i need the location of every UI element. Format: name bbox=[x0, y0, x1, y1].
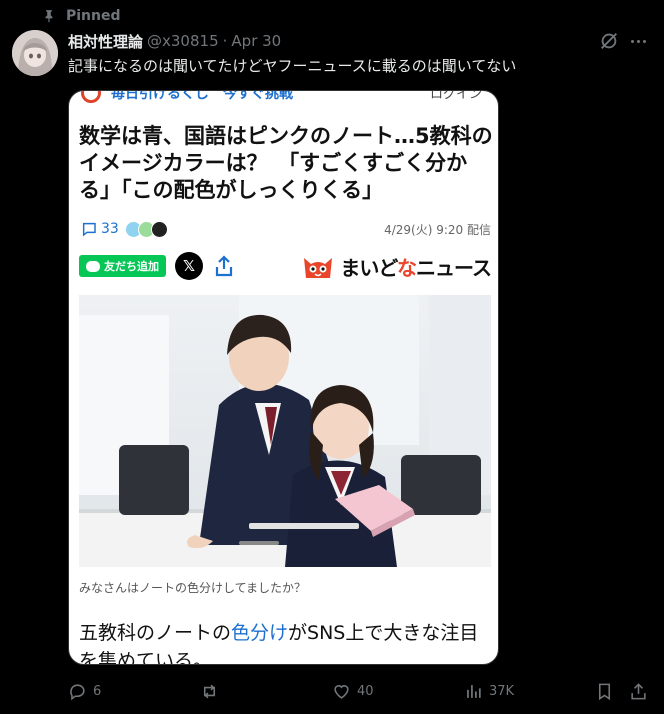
cat-logo-icon bbox=[304, 258, 333, 278]
pinned-label: Pinned bbox=[66, 8, 121, 24]
pin-icon bbox=[45, 10, 53, 23]
article-share-row: 友だち追加 𝕏 まいどなニュース bbox=[79, 251, 492, 281]
logo-text: まいどなニュース bbox=[340, 252, 492, 281]
tweet-media[interactable]: 毎日引けるくじ 今すぐ挑戦 ログイン 数学は青、国語はピンクのノート…5教科のイ… bbox=[68, 90, 499, 665]
comment-icon bbox=[82, 222, 96, 237]
like-count: 40 bbox=[357, 683, 374, 699]
reply-icon bbox=[70, 683, 85, 700]
views-button[interactable]: 37K bbox=[464, 678, 514, 704]
avatar[interactable] bbox=[12, 30, 58, 76]
views-icon bbox=[467, 684, 481, 698]
bookmark-icon bbox=[598, 683, 611, 700]
line-icon bbox=[86, 260, 100, 272]
retweet-icon bbox=[203, 684, 216, 698]
reply-count: 6 bbox=[93, 683, 102, 699]
article-lede: 五教科のノートの色分けがSNS上で大きな注目を集めている。 bbox=[79, 619, 493, 664]
retweet-button[interactable] bbox=[200, 678, 219, 704]
tweet-header: 相対性理論 @x30815 · Apr 30 bbox=[68, 30, 281, 52]
like-button[interactable]: 40 bbox=[332, 678, 374, 704]
line-add-button: 友だち追加 bbox=[79, 255, 166, 277]
comment-count: 33 bbox=[101, 221, 119, 237]
separator-dot: · bbox=[222, 32, 228, 50]
more-icon[interactable] bbox=[626, 31, 650, 51]
lede-highlight-link: 色分け bbox=[231, 622, 289, 644]
reaction-faces bbox=[124, 220, 168, 238]
bookmark-button[interactable] bbox=[595, 678, 614, 704]
grok-icon[interactable] bbox=[598, 30, 620, 52]
target-icon bbox=[81, 91, 101, 103]
author-name[interactable]: 相対性理論 bbox=[68, 31, 143, 52]
reply-button[interactable]: 6 bbox=[68, 678, 101, 704]
tweet-text: 記事になるのは聞いてたけどヤフーニュースに載るのは聞いてない bbox=[68, 57, 517, 75]
article-photo bbox=[79, 295, 491, 567]
upload-icon bbox=[215, 255, 233, 277]
lottery-link: 毎日引けるくじ 今すぐ挑戦 bbox=[111, 91, 293, 102]
share-button[interactable] bbox=[629, 678, 648, 704]
logo-mid: な bbox=[397, 255, 417, 280]
share-icon bbox=[631, 682, 646, 699]
article-meta: 33 4/29(火) 9:20 配信 bbox=[81, 217, 491, 241]
line-add-label: 友だち追加 bbox=[104, 260, 159, 273]
maidona-news-logo: まいどなニュース bbox=[300, 252, 492, 281]
face-icon bbox=[150, 220, 168, 238]
article-top-strip: 毎日引けるくじ 今すぐ挑戦 ログイン bbox=[69, 91, 498, 105]
views-count: 37K bbox=[489, 683, 515, 699]
tweet-actions: 6 40 37K bbox=[68, 678, 654, 704]
article-headline: 数学は青、国語はピンクのノート…5教科のイメージカラーは？ 「すごくすごく分かる… bbox=[79, 124, 493, 202]
login-link: ログイン bbox=[429, 91, 482, 102]
publish-date: 4/29(火) 9:20 配信 bbox=[384, 222, 491, 237]
tweet-date[interactable]: Apr 30 bbox=[231, 32, 281, 50]
pinned-indicator: Pinned bbox=[42, 6, 121, 26]
x-share-button: 𝕏 bbox=[175, 252, 203, 280]
heart-icon bbox=[334, 684, 349, 699]
logo-prefix: まいど bbox=[340, 255, 398, 280]
photo-caption: みなさんはノートの色分けしてましたか？ bbox=[79, 581, 307, 595]
author-handle[interactable]: @x30815 bbox=[147, 32, 219, 50]
logo-suffix: ニュース bbox=[416, 255, 492, 280]
lede-text: 五教科のノートの bbox=[79, 622, 232, 644]
